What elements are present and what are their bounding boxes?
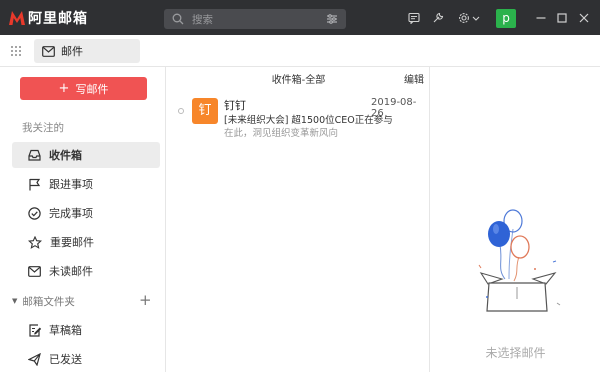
minimize-icon[interactable]: [535, 12, 547, 24]
empty-state-text: 未选择邮件: [485, 346, 546, 360]
search-input[interactable]: 搜索: [192, 12, 326, 27]
maximize-icon[interactable]: [556, 12, 568, 24]
sidebar: + 写邮件 我关注的 收件箱 跟进事项 完成事项 重要邮件 未读邮件 ▼ 邮箱文…: [0, 67, 166, 372]
search-box[interactable]: 搜索: [164, 9, 346, 29]
chevron-down-icon[interactable]: [472, 12, 480, 24]
empty-mailbox-illustration: [478, 209, 561, 312]
settings-icon[interactable]: [458, 12, 470, 24]
star-icon: [28, 235, 42, 249]
mail-preview: 在此，洞见组织变革新风向: [224, 128, 339, 139]
filter-icon[interactable]: [326, 13, 338, 25]
inbox-icon: [28, 149, 41, 161]
apps-grid-icon[interactable]: [10, 45, 22, 57]
sent-icon: [28, 352, 41, 366]
sidebar-item-sent[interactable]: 已发送: [12, 346, 160, 372]
mail-list-title: 收件箱-全部: [271, 75, 326, 86]
sidebar-item-label: 未读邮件: [49, 265, 93, 278]
sidebar-item-done[interactable]: 完成事项: [12, 200, 160, 226]
tools-icon[interactable]: [432, 12, 444, 24]
sidebar-item-label: 已发送: [49, 353, 82, 366]
mail-tab-icon: [42, 45, 55, 57]
compose-label: 写邮件: [75, 82, 109, 96]
close-icon[interactable]: [578, 12, 590, 24]
sidebar-item-label: 草稿箱: [49, 324, 82, 337]
folders-title: 邮箱文件夹: [22, 295, 75, 308]
draft-icon: [29, 323, 41, 337]
sender-avatar: 钉: [192, 98, 218, 124]
compose-note-icon[interactable]: [408, 12, 420, 24]
tab-mail-label: 邮件: [61, 45, 83, 58]
sidebar-item-label: 完成事项: [49, 207, 93, 220]
mail-list: 收件箱-全部 编辑 钉 钉钉 2019-08-26 [未来组织大会] 超1500…: [167, 67, 430, 372]
preview-pane: 未选择邮件: [431, 67, 600, 372]
sidebar-item-unread[interactable]: 未读邮件: [12, 258, 160, 284]
flag-icon: [29, 178, 41, 190]
caret-down-icon[interactable]: ▼: [12, 297, 17, 305]
sidebar-item-drafts[interactable]: 草稿箱: [12, 317, 160, 343]
sidebar-item-inbox[interactable]: 收件箱: [12, 142, 160, 168]
search-icon: [172, 13, 184, 25]
title-bar: 阿里邮箱 搜索 p: [0, 0, 600, 35]
sidebar-item-label: 收件箱: [49, 149, 82, 162]
sidebar-item-important[interactable]: 重要邮件: [12, 229, 160, 255]
folders-section-header[interactable]: ▼ 邮箱文件夹 +: [0, 291, 166, 310]
edit-button[interactable]: 编辑: [404, 71, 424, 86]
sidebar-item-label: 跟进事项: [49, 178, 93, 191]
list-item[interactable]: 钉 钉钉 2019-08-26 [未来组织大会] 超1500位CEO正在参与 在…: [167, 91, 429, 143]
plus-icon: +: [58, 81, 70, 96]
logo-m-icon: [9, 11, 25, 25]
user-avatar[interactable]: p: [496, 9, 516, 28]
mail-subject: [未来组织大会] 超1500位CEO正在参与: [224, 115, 393, 126]
sidebar-item-label: 重要邮件: [50, 236, 94, 249]
app-toolbar: 邮件: [0, 35, 600, 67]
section-title-followed: 我关注的: [22, 122, 64, 134]
tab-mail[interactable]: 邮件: [34, 39, 140, 63]
sidebar-item-followup[interactable]: 跟进事项: [12, 171, 160, 197]
check-circle-icon: [28, 206, 41, 220]
unread-indicator[interactable]: [178, 108, 184, 114]
add-folder-icon[interactable]: +: [139, 291, 152, 309]
compose-button[interactable]: + 写邮件: [20, 77, 147, 100]
app-logo: 阿里邮箱: [8, 8, 88, 28]
app-title: 阿里邮箱: [28, 11, 88, 27]
mail-sender: 钉钉: [224, 99, 246, 112]
envelope-icon: [28, 265, 41, 277]
